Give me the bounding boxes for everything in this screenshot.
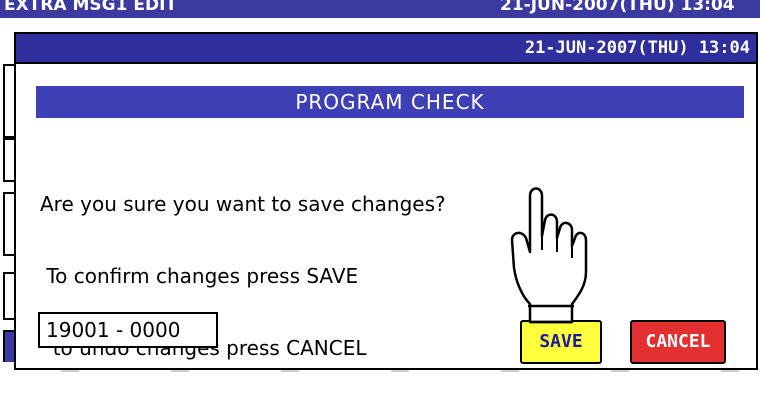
dialog-header: 21-JUN-2007(THU) 13:04	[16, 34, 756, 64]
dialog-datetime: 21-JUN-2007(THU) 13:04	[524, 38, 750, 58]
dialog-message: Are you sure you want to save changes? T…	[40, 144, 600, 408]
program-code-field: 19001 - 0000	[38, 312, 218, 348]
background-title: EXTRA MSG1 EDIT	[4, 0, 177, 15]
cancel-button[interactable]: CANCEL	[630, 320, 726, 364]
background-title-bar: EXTRA MSG1 EDIT 21-JUN-2007(THU) 13:04	[0, 0, 760, 18]
background-datetime: 21-JUN-2007(THU) 13:04	[500, 0, 735, 15]
save-button[interactable]: SAVE	[520, 320, 602, 364]
dialog-title: PROGRAM CHECK	[34, 84, 746, 120]
message-line: Are you sure you want to save changes?	[40, 192, 446, 216]
program-check-dialog: 21-JUN-2007(THU) 13:04 PROGRAM CHECK Are…	[14, 32, 758, 370]
message-line: To confirm changes press SAVE	[40, 264, 359, 288]
